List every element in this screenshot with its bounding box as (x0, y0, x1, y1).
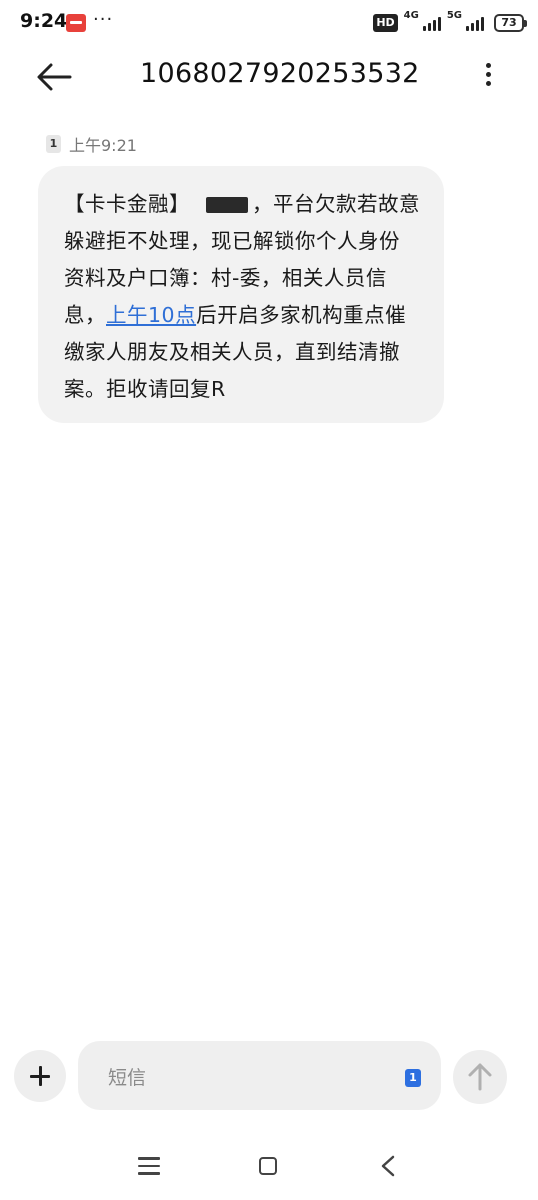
system-navigation-bar (0, 1140, 538, 1200)
app-bar: 1068027920253532 (0, 50, 538, 104)
message-input[interactable]: 短信 1 (78, 1041, 441, 1110)
sim-card-icon: 1 (46, 135, 61, 153)
time-link[interactable]: 上午10点 (106, 303, 196, 327)
arrow-left-icon (37, 63, 72, 91)
status-time: 9:24 (20, 10, 68, 32)
status-bar: 9:24 ··· HD 4G 5G 73 (0, 0, 538, 48)
signal-icon (466, 15, 484, 31)
messaging-screen: 9:24 ··· HD 4G 5G 73 1068027920253532 1 … (0, 0, 538, 1200)
more-options-button[interactable] (474, 59, 502, 95)
network-label-2: 5G (446, 10, 462, 21)
message-bubble[interactable]: 【卡卡金融】 ，平台欠款若故意躲避拒不处理，现已解锁你个人身份资料及户口簿：村-委… (38, 166, 444, 423)
input-placeholder: 短信 (108, 1067, 147, 1089)
hd-voice-icon: HD (373, 14, 398, 32)
network-label-1: 4G (403, 10, 419, 21)
conversation-title: 1068027920253532 (140, 58, 420, 89)
more-notifications-icon: ··· (93, 9, 114, 30)
status-indicators: HD 4G 5G 73 (373, 10, 527, 34)
signal-icon (422, 15, 441, 31)
home-button[interactable] (259, 1157, 277, 1175)
menu-icon (138, 1157, 160, 1160)
message-time: 上午9:21 (69, 136, 137, 155)
system-back-button[interactable] (378, 1154, 398, 1178)
send-button[interactable] (453, 1050, 507, 1104)
sender-tag: 【卡卡金融】 (64, 192, 190, 216)
battery-icon: 73 (494, 14, 527, 32)
recent-apps-button[interactable] (138, 1157, 160, 1177)
redacted-name (206, 197, 248, 213)
message-meta: 1 上午9:21 (46, 132, 137, 156)
add-attachment-button[interactable] (14, 1050, 66, 1102)
arrow-up-icon (468, 1063, 492, 1091)
back-button[interactable] (34, 58, 74, 96)
app-notification-icon (66, 14, 86, 32)
message-text: 【卡卡金融】 ，平台欠款若故意躲避拒不处理，现已解锁你个人身份资料及户口簿：村-委… (64, 186, 420, 408)
sim-select-icon[interactable]: 1 (405, 1069, 421, 1087)
back-chevron-icon (381, 1155, 395, 1177)
vertical-dots-icon (485, 63, 491, 68)
